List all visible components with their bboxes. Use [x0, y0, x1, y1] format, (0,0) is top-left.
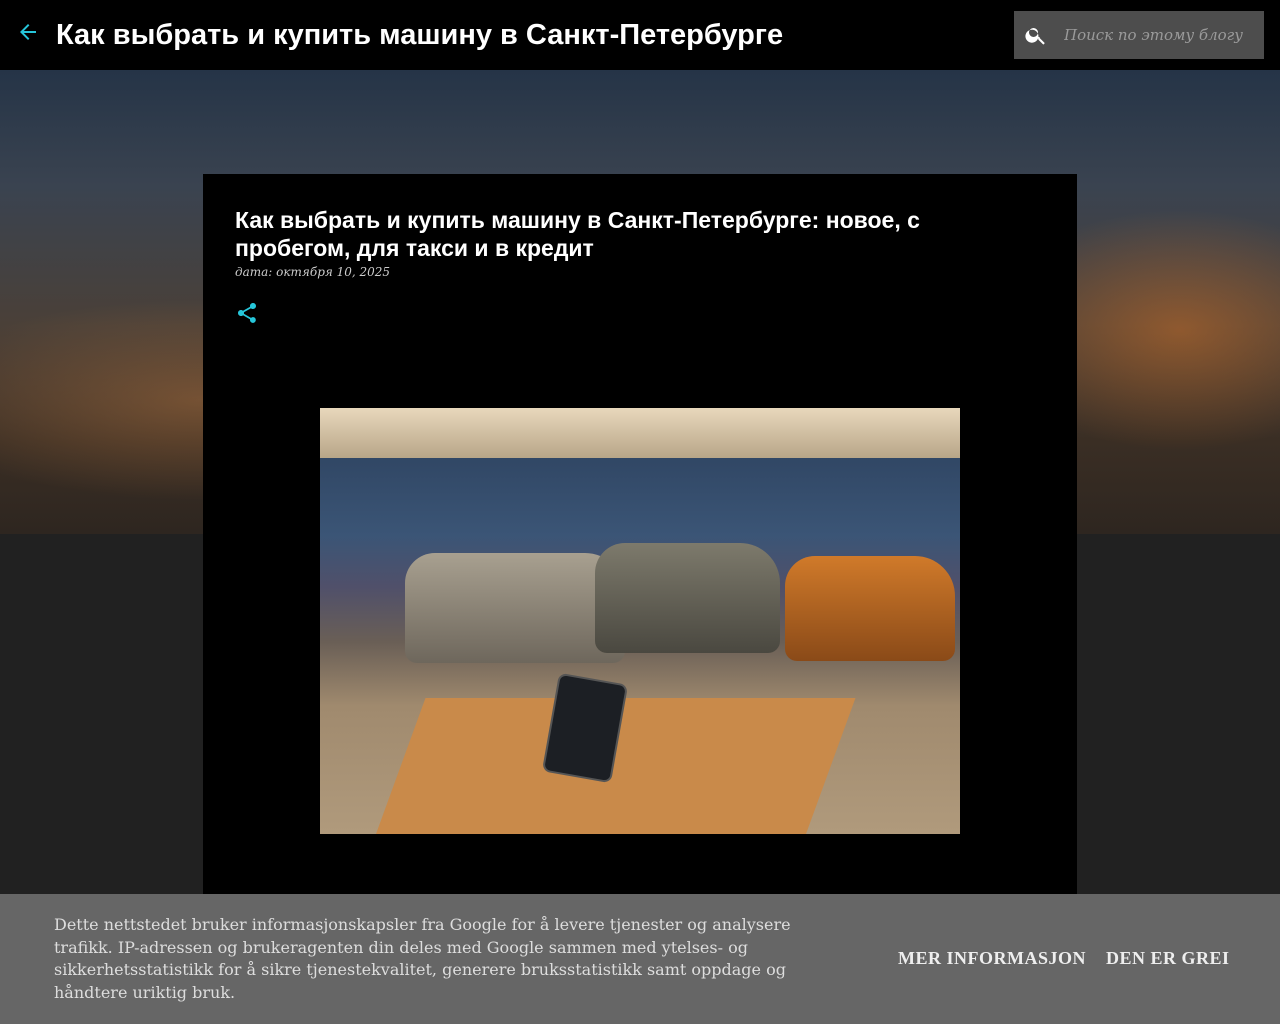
- cookie-text: Dette nettstedet bruker informasjonskaps…: [54, 915, 791, 1002]
- search-input[interactable]: [1064, 26, 1244, 44]
- blog-title[interactable]: Как выбрать и купить машину в Санкт-Пете…: [56, 19, 783, 52]
- image-car-silver: [405, 553, 625, 663]
- cookie-banner: Dette nettstedet bruker informasjonskaps…: [0, 894, 1280, 1024]
- image-car-grey: [595, 543, 780, 653]
- top-bar: Как выбрать и купить машину в Санкт-Пете…: [0, 0, 1280, 70]
- more-info-button[interactable]: MER INFORMASJON: [898, 948, 1086, 969]
- image-ceiling: [320, 408, 960, 458]
- post-image-car-showroom[interactable]: [320, 408, 960, 834]
- search-box[interactable]: [1014, 11, 1264, 59]
- accept-cookies-button[interactable]: DEN ER GREI: [1106, 948, 1230, 969]
- image-car-orange: [785, 556, 955, 661]
- search-icon[interactable]: [1024, 23, 1048, 47]
- back-arrow-icon[interactable]: [16, 20, 56, 50]
- post-title: Как выбрать и купить машину в Санкт-Пете…: [235, 207, 920, 261]
- post-card: Как выбрать и купить машину в Санкт-Пете…: [203, 174, 1077, 934]
- share-icon[interactable]: [235, 301, 259, 329]
- post-date[interactable]: дата: октября 10, 2025: [235, 265, 390, 279]
